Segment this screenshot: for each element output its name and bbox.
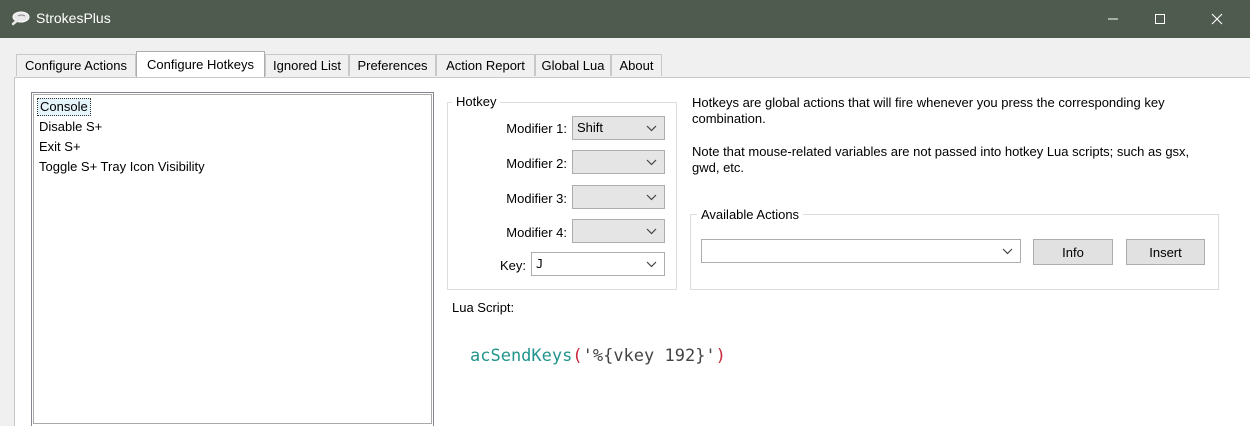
- chevron-down-icon: [646, 125, 657, 132]
- list-item[interactable]: Exit S+: [37, 138, 83, 156]
- tab-global-lua[interactable]: Global Lua: [535, 54, 611, 76]
- chevron-down-icon: [646, 261, 657, 268]
- hotkey-description-line1: Hotkeys are global actions that will fir…: [692, 95, 1165, 110]
- tab-about[interactable]: About: [611, 54, 662, 76]
- available-actions-label: Available Actions: [697, 207, 804, 222]
- modifier3-label: Modifier 3:: [506, 191, 567, 206]
- key-dropdown[interactable]: J: [531, 252, 665, 276]
- tab-action-report[interactable]: Action Report: [436, 54, 535, 76]
- code-paren-token: (: [572, 346, 583, 366]
- title-bar[interactable]: StrokesPlus: [0, 0, 1250, 38]
- close-icon: [1211, 13, 1223, 25]
- app-logo-icon: [11, 11, 30, 26]
- lua-script-label: Lua Script:: [452, 300, 515, 315]
- list-item[interactable]: Disable S+: [37, 118, 104, 136]
- hotkey-list[interactable]: Console Disable S+ Exit S+ Toggle S+ Tra…: [31, 92, 434, 426]
- chevron-down-icon: [646, 194, 657, 201]
- minimize-button[interactable]: [1090, 0, 1136, 38]
- hotkey-description-line2: combination.: [692, 111, 766, 126]
- key-label: Key:: [499, 258, 526, 273]
- code-function-token: acSendKeys: [470, 346, 573, 366]
- code-paren-token: ): [715, 346, 726, 366]
- minimize-icon: [1108, 18, 1118, 20]
- code-line: acSendKeys('%{vkey 192}'): [470, 346, 726, 366]
- list-item[interactable]: Toggle S+ Tray Icon Visibility: [37, 158, 207, 176]
- chevron-down-icon: [646, 159, 657, 166]
- window-title: StrokesPlus: [36, 10, 111, 26]
- info-button[interactable]: Info: [1033, 239, 1113, 265]
- hotkey-group-label: Hotkey: [452, 94, 501, 109]
- modifier1-label: Modifier 1:: [506, 121, 567, 136]
- modifier1-dropdown[interactable]: Shift: [572, 116, 665, 140]
- tab-ignored-list[interactable]: Ignored List: [265, 54, 349, 76]
- modifier4-dropdown[interactable]: [572, 219, 665, 243]
- maximize-icon: [1155, 14, 1165, 24]
- insert-button[interactable]: Insert: [1126, 239, 1205, 265]
- modifier2-dropdown[interactable]: [572, 150, 665, 174]
- lua-script-editor[interactable]: acSendKeys('%{vkey 192}'): [468, 320, 1227, 426]
- chevron-down-icon: [1002, 248, 1013, 255]
- tab-configure-hotkeys[interactable]: Configure Hotkeys: [136, 51, 265, 77]
- tab-configure-actions[interactable]: Configure Actions: [16, 54, 136, 76]
- chevron-down-icon: [646, 228, 657, 235]
- hotkey-note-line1: Note that mouse-related variables are no…: [692, 144, 1190, 159]
- close-button[interactable]: [1194, 0, 1240, 38]
- tab-strip: Configure Actions Configure Hotkeys Igno…: [0, 38, 1250, 78]
- tab-preferences[interactable]: Preferences: [349, 54, 436, 76]
- list-item[interactable]: Console: [37, 98, 91, 116]
- maximize-button[interactable]: [1137, 0, 1183, 38]
- modifier4-label: Modifier 4:: [506, 225, 567, 240]
- available-actions-dropdown[interactable]: [701, 239, 1021, 263]
- code-string-token: '%{vkey 192}': [582, 346, 716, 366]
- hotkey-note-line2: gwd, etc.: [692, 160, 745, 175]
- modifier2-label: Modifier 2:: [506, 156, 567, 171]
- modifier3-dropdown[interactable]: [572, 185, 665, 209]
